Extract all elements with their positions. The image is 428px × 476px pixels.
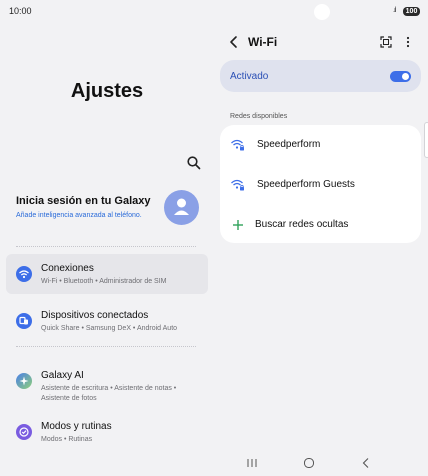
home-icon[interactable]: [303, 457, 315, 469]
avatar[interactable]: [164, 190, 199, 225]
menu-item-title: Modos y rutinas: [41, 421, 112, 432]
menu-item-dispositivos-conectados[interactable]: Dispositivos conectados Quick Share • Sa…: [6, 301, 208, 341]
recent-apps-icon[interactable]: [245, 458, 259, 468]
wifi-toggle-row[interactable]: Activado: [220, 60, 421, 92]
check-circle-icon: [16, 424, 32, 440]
plus-icon: [233, 220, 243, 230]
sparkle-icon: [16, 373, 32, 389]
account-signin[interactable]: Inicia sesión en tu Galaxy Añade intelig…: [16, 190, 206, 230]
back-icon[interactable]: [360, 457, 372, 469]
wifi-lock-icon: [231, 179, 244, 191]
menu-item-subtitle: Wi-Fi • Bluetooth • Administrador de SIM: [41, 278, 167, 285]
menu-item-subtitle: Quick Share • Samsung DeX • Android Auto: [41, 325, 178, 332]
wifi-lock-icon: [231, 139, 244, 151]
networks-card: Speedperform Speedperform Guests Buscar …: [220, 125, 421, 243]
divider: [16, 246, 196, 247]
network-name: Speedperform Guests: [257, 179, 355, 190]
wifi-switch[interactable]: [390, 71, 411, 82]
more-options-icon[interactable]: [402, 36, 414, 48]
account-subtitle: Añade inteligencia avanzada al teléfono.: [16, 212, 142, 219]
page-title: Ajustes: [70, 80, 144, 102]
menu-item-title: Conexiones: [41, 263, 94, 274]
settings-pane: Ajustes Inicia sesión en tu Galaxy Añade…: [0, 0, 214, 476]
menu-item-subtitle: Modos • Rutinas: [41, 436, 93, 443]
wifi-icon: [16, 266, 32, 282]
menu-item-title: Dispositivos conectados: [41, 310, 149, 321]
add-hidden-network-button[interactable]: Buscar redes ocultas: [220, 205, 421, 245]
network-item[interactable]: Speedperform: [220, 125, 421, 165]
menu-item-title: Galaxy AI: [41, 370, 84, 381]
network-name: Speedperform: [257, 139, 321, 150]
menu-item-modos-rutinas[interactable]: Modos y rutinas Modos • Rutinas: [6, 412, 208, 452]
wifi-title: Wi-Fi: [248, 35, 278, 49]
wifi-toggle-label: Activado: [230, 71, 269, 82]
network-item[interactable]: Speedperform Guests: [220, 165, 421, 205]
menu-item-galaxy-ai[interactable]: Galaxy AI Asistente de escritura • Asist…: [6, 361, 208, 402]
divider: [16, 346, 196, 347]
available-networks-label: Redes disponibles: [230, 113, 288, 120]
qr-scan-icon[interactable]: [380, 36, 392, 48]
add-hidden-network-label: Buscar redes ocultas: [255, 219, 349, 230]
account-title: Inicia sesión en tu Galaxy: [16, 195, 151, 207]
wifi-pane: Wi-Fi Activado Redes disponibles Speedpe…: [214, 0, 428, 476]
person-icon: [174, 198, 189, 215]
search-icon[interactable]: [186, 155, 202, 171]
menu-item-subtitle: Asistente de escritura • Asistente de no…: [41, 385, 177, 402]
switch-knob: [402, 73, 409, 80]
edge-panel-handle[interactable]: [424, 122, 428, 158]
menu-item-conexiones[interactable]: Conexiones Wi-Fi • Bluetooth • Administr…: [6, 254, 208, 294]
devices-icon: [16, 313, 32, 329]
back-arrow-icon[interactable]: [227, 35, 241, 49]
